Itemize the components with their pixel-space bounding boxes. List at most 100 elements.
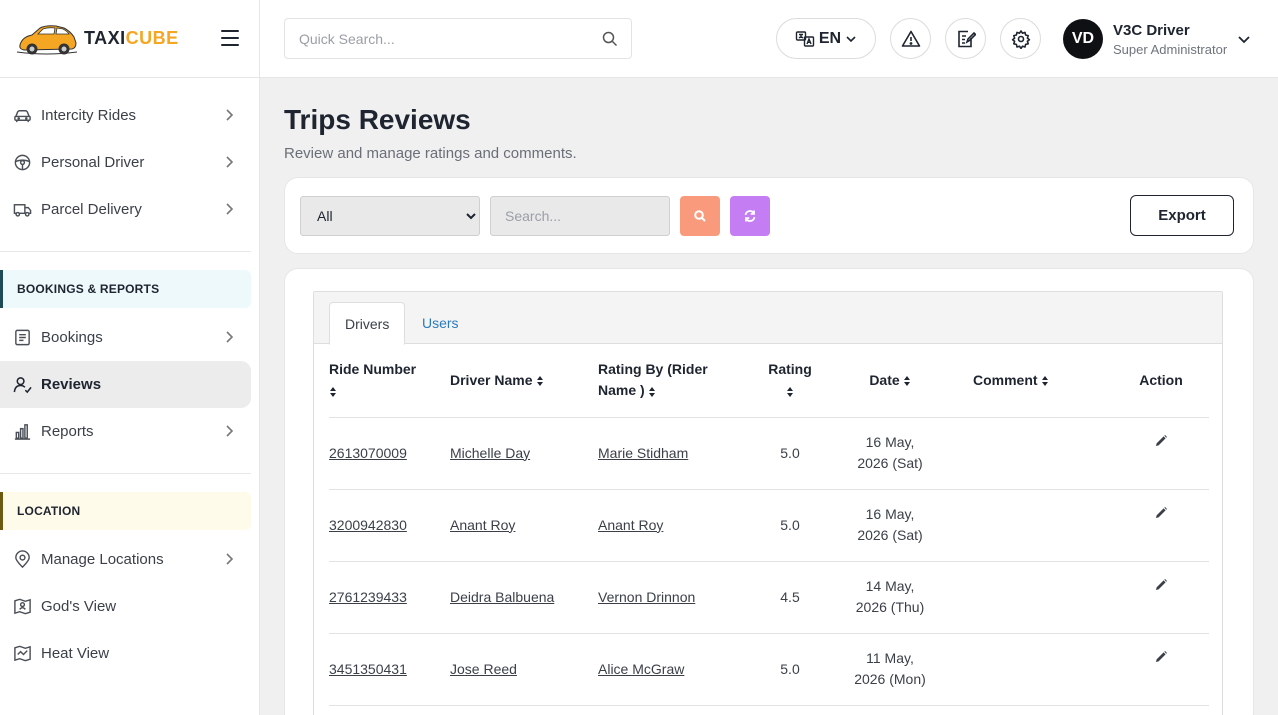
table-row: 2761239433 Deidra Balbuena Vernon Drinno…	[329, 561, 1209, 634]
map-pin-icon	[12, 550, 32, 570]
sidebar-item-gods-view[interactable]: God's View	[0, 583, 251, 630]
table-row: 2613070009 Michelle Day Marie Stidham 5.…	[329, 417, 1209, 490]
truck-icon	[12, 200, 32, 220]
table-header-row: Ride Number Driver Name Rating By (Rider…	[329, 344, 1209, 418]
rider-name-link[interactable]: Anant Roy	[598, 517, 663, 533]
tab-bar: Drivers Users	[314, 292, 1222, 345]
column-header-action: Action	[1113, 344, 1209, 418]
filter-search-input[interactable]	[490, 196, 670, 236]
column-header-comment[interactable]: Comment	[949, 344, 1113, 418]
ride-number-link[interactable]: 3451350431	[329, 661, 407, 677]
filter-bar: All Export	[284, 177, 1254, 254]
heat-map-icon	[12, 644, 32, 664]
sidebar-item-label: God's View	[41, 598, 117, 615]
search-icon[interactable]	[601, 30, 619, 48]
user-role: Super Administrator	[1113, 41, 1228, 57]
driver-name-link[interactable]: Jose Reed	[450, 661, 517, 677]
edit-pencil-icon[interactable]	[1154, 434, 1168, 448]
sort-icon	[330, 386, 336, 397]
sidebar-item-manage-locations[interactable]: Manage Locations	[0, 536, 251, 583]
sidebar-item-personal-driver[interactable]: Personal Driver	[0, 139, 251, 186]
sidebar-item-heat-view[interactable]: Heat View	[0, 630, 251, 677]
column-header-date[interactable]: Date	[831, 344, 949, 418]
filter-select[interactable]: All	[300, 196, 480, 236]
brand-name: TAXICUBE	[84, 28, 179, 48]
sidebar: TAXICUBE Intercity Rides Personal Driver…	[0, 0, 260, 715]
reset-button[interactable]	[730, 196, 770, 236]
sidebar-item-label: Heat View	[41, 645, 110, 662]
tab-drivers[interactable]: Drivers	[329, 302, 406, 345]
sidebar-nav: Intercity Rides Personal Driver Parcel D…	[0, 78, 259, 677]
review-date: 14 May, 2026 (Thu)	[831, 561, 949, 634]
sidebar-item-reviews[interactable]: Reviews	[0, 361, 251, 408]
gear-icon	[1011, 29, 1030, 49]
user-review-icon	[12, 375, 32, 395]
comment-text	[949, 561, 1113, 634]
language-label: EN	[818, 29, 842, 47]
rider-name-link[interactable]: Marie Stidham	[598, 445, 688, 461]
review-date: 16 May, 2026 (Sat)	[831, 417, 949, 490]
notes-button[interactable]	[945, 18, 986, 59]
alert-button[interactable]	[890, 18, 931, 59]
page-title: Trips Reviews	[284, 104, 471, 135]
column-header-rating-by[interactable]: Rating By (Rider Name )	[598, 344, 749, 418]
search-button[interactable]	[680, 196, 720, 236]
sidebar-item-reports[interactable]: Reports	[0, 408, 251, 455]
avatar: VD	[1063, 19, 1103, 59]
rider-name-link[interactable]: Alice McGraw	[598, 661, 684, 677]
edit-pencil-icon[interactable]	[1154, 578, 1168, 592]
sidebar-item-intercity-rides[interactable]: Intercity Rides	[0, 92, 251, 139]
chevron-right-icon	[226, 109, 234, 121]
comment-text	[949, 633, 1113, 706]
sort-icon	[536, 376, 543, 387]
car-icon	[12, 106, 32, 126]
user-menu[interactable]: VD V3C Driver Super Administrator	[1063, 18, 1250, 60]
sidebar-item-label: Intercity Rides	[41, 107, 137, 124]
ride-number-link[interactable]: 3200942830	[329, 517, 407, 533]
quick-search-input[interactable]	[285, 19, 575, 58]
driver-name-link[interactable]: Anant Roy	[450, 517, 515, 533]
map-user-icon	[12, 597, 32, 617]
rider-name-link[interactable]: Vernon Drinnon	[598, 589, 695, 605]
column-header-driver-name[interactable]: Driver Name	[450, 344, 598, 418]
reviews-card: Drivers Users Ride Number Driver Name Ra…	[284, 268, 1254, 715]
page-subtitle: Review and manage ratings and comments.	[284, 145, 577, 162]
table-row: 3200942830 Anant Roy Anant Roy 5.0 16 Ma…	[329, 489, 1209, 562]
quick-search-box	[284, 18, 632, 59]
reviews-table: Ride Number Driver Name Rating By (Rider…	[329, 344, 1209, 706]
ride-number-link[interactable]: 2761239433	[329, 589, 407, 605]
chevron-down-icon	[1238, 36, 1250, 44]
export-button[interactable]: Export	[1130, 195, 1234, 236]
bar-chart-icon	[12, 422, 32, 442]
column-header-rating[interactable]: Rating	[749, 344, 831, 418]
table-row: 3451350431 Jose Reed Alice McGraw 5.0 11…	[329, 633, 1209, 706]
sidebar-item-label: Parcel Delivery	[41, 201, 142, 218]
translate-icon	[795, 30, 815, 47]
settings-button[interactable]	[1000, 18, 1041, 59]
rating-value: 5.0	[749, 417, 831, 490]
tab-users[interactable]: Users	[407, 302, 474, 344]
column-header-ride-number[interactable]: Ride Number	[329, 344, 450, 418]
sidebar-item-bookings[interactable]: Bookings	[0, 314, 251, 361]
rating-value: 4.5	[749, 561, 831, 634]
edit-pencil-icon[interactable]	[1154, 650, 1168, 664]
sidebar-item-label: Reports	[41, 423, 94, 440]
language-selector[interactable]: EN	[776, 18, 876, 59]
divider	[0, 251, 251, 252]
refresh-icon	[744, 210, 756, 222]
sidebar-item-parcel-delivery[interactable]: Parcel Delivery	[0, 186, 251, 233]
review-date: 16 May, 2026 (Sat)	[831, 489, 949, 562]
reviews-tabs-panel: Drivers Users Ride Number Driver Name Ra…	[313, 291, 1223, 715]
chevron-down-icon	[846, 35, 856, 42]
driver-name-link[interactable]: Deidra Balbuena	[450, 589, 554, 605]
divider	[0, 473, 251, 474]
menu-toggle-icon[interactable]	[221, 30, 239, 46]
sort-icon	[648, 386, 655, 397]
document-list-icon	[12, 328, 32, 348]
edit-pencil-icon[interactable]	[1154, 506, 1168, 520]
sidebar-item-label: Manage Locations	[41, 551, 164, 568]
sidebar-item-label: Reviews	[41, 376, 102, 393]
section-bookings-reports: BOOKINGS & REPORTS	[0, 270, 251, 308]
ride-number-link[interactable]: 2613070009	[329, 445, 407, 461]
driver-name-link[interactable]: Michelle Day	[450, 445, 530, 461]
